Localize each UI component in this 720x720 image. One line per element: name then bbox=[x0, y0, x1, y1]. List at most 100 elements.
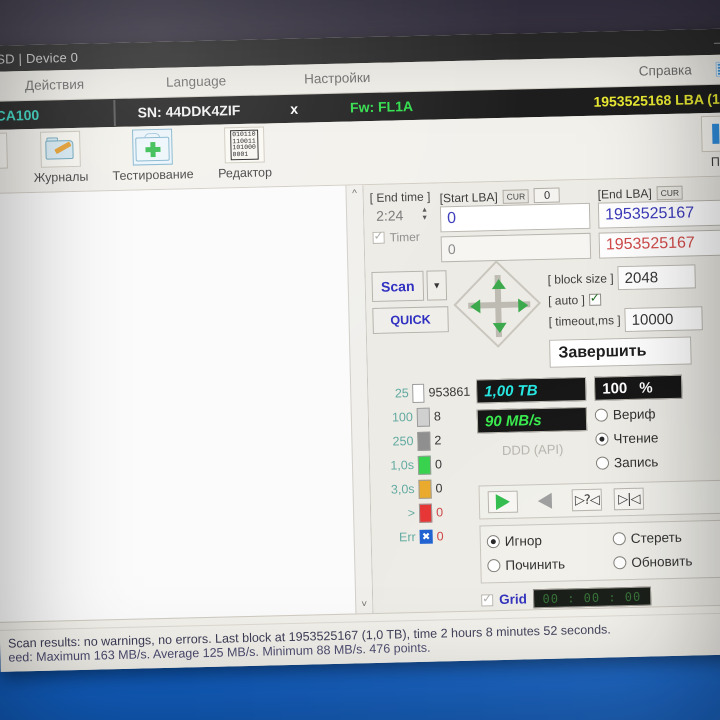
auto-checkbox-icon[interactable] bbox=[588, 293, 601, 306]
percent-readout: 100 % bbox=[593, 374, 683, 401]
legend-threshold: 100 bbox=[391, 410, 414, 425]
scroll-up-arrow[interactable]: ^ bbox=[352, 188, 357, 199]
readout-right: 100 % Вериф Чтение Запись bbox=[593, 374, 685, 475]
end-time-spinner[interactable]: 2:24 ▲ ▼ bbox=[370, 204, 433, 227]
readout-section: 1,00 TB 90 MB/s DDD (API) 100 % Вериф Чт… bbox=[470, 373, 720, 609]
start-lba-input[interactable]: 0 bbox=[439, 202, 591, 233]
end-time-group: [ End time ] 2:24 ▲▼ Timer bbox=[370, 190, 433, 249]
start-lba-group: [Start LBA] CUR 0 0 0 bbox=[440, 186, 592, 263]
rewind-icon bbox=[537, 492, 553, 510]
device-firmware: Fw: FL1A bbox=[349, 97, 414, 116]
main-body: ^ ˅ [ End time ] 2:24 ▲ ▼ ✓ Timer [Start… bbox=[0, 176, 720, 622]
device-model: CA100 bbox=[0, 106, 40, 124]
find-button[interactable]: ▷?◁ bbox=[571, 488, 603, 512]
legend-row: 100 8 bbox=[381, 404, 472, 430]
elapsed-timer-readout: 00 : 00 : 00 bbox=[532, 586, 652, 609]
legend-row: 1,0s 0 bbox=[382, 452, 473, 478]
legend-count: 0 bbox=[436, 529, 444, 544]
toolbar-button-testing[interactable]: Тестирование bbox=[106, 128, 199, 183]
radio-icon[interactable] bbox=[486, 534, 500, 548]
binary-doc-icon: 010110 110011 101000 0001 bbox=[230, 129, 259, 161]
radio-icon[interactable] bbox=[487, 558, 501, 572]
navigation-button-bar: ▷?◁ ▷|◁ bbox=[478, 479, 720, 520]
timer-checkbox-row[interactable]: Timer bbox=[370, 226, 433, 249]
legend-swatch bbox=[418, 479, 432, 499]
legend-threshold: 1,0s bbox=[390, 458, 415, 473]
legend-count: 953861 bbox=[428, 384, 471, 400]
grid-checkbox-icon[interactable] bbox=[481, 593, 494, 606]
start-lba-cur-button[interactable]: CUR bbox=[502, 188, 530, 204]
radio-icon[interactable] bbox=[595, 431, 609, 446]
error-swatch-icon: ✖ bbox=[419, 529, 433, 544]
direction-pad[interactable] bbox=[453, 260, 542, 348]
toolbar-button-editor[interactable]: 010110 110011 101000 0001 Редактор bbox=[198, 126, 291, 181]
mode-option-write[interactable]: Запись bbox=[595, 449, 685, 475]
timer-checkbox-icon[interactable] bbox=[372, 231, 385, 244]
legend-row: 25 953861 bbox=[380, 380, 471, 406]
list-icon[interactable] bbox=[715, 61, 720, 77]
bad-block-option-ignore[interactable]: Игнор bbox=[486, 526, 614, 553]
end-lba-cur-button[interactable]: CUR bbox=[656, 185, 684, 200]
pause-icon bbox=[708, 121, 720, 146]
legend-count: 2 bbox=[434, 433, 442, 448]
timeout-input[interactable]: 10000 bbox=[624, 306, 703, 333]
bad-block-option-erase[interactable]: Стереть bbox=[612, 523, 720, 550]
dpad-up-arrow-icon[interactable] bbox=[491, 278, 506, 290]
bad-block-option-refresh[interactable]: Обновить bbox=[613, 547, 720, 574]
legend-count: 0 bbox=[434, 457, 443, 472]
menu-item-settings[interactable]: Настройки bbox=[294, 70, 381, 87]
toolbar-button-pause[interactable]: Пау bbox=[686, 115, 720, 170]
radio-icon[interactable] bbox=[595, 455, 610, 470]
legend-count: 0 bbox=[435, 505, 444, 520]
jump-end-button[interactable]: ▷|◁ bbox=[613, 487, 645, 511]
toolbar-button-logs[interactable]: Журналы bbox=[14, 130, 107, 185]
bad-block-option-repair[interactable]: Починить bbox=[487, 550, 614, 577]
folder-pencil-icon bbox=[45, 137, 76, 162]
play-button[interactable] bbox=[487, 490, 519, 514]
dpad-right-arrow-icon[interactable] bbox=[518, 298, 529, 313]
legend-threshold: > bbox=[407, 506, 416, 521]
option-label: Игнор bbox=[504, 532, 543, 549]
legend-row: 250 2 bbox=[381, 428, 472, 454]
scan-dropdown-icon[interactable]: ▼ bbox=[426, 270, 448, 301]
mode-label: Запись bbox=[613, 453, 659, 470]
bad-block-options-grid: Игнор Стереть Починить Обновить bbox=[486, 523, 720, 577]
menu-item-help[interactable]: Справка bbox=[629, 62, 702, 79]
device-capacity: 1953525168 LBA (1,0 bbox=[593, 90, 720, 110]
scan-graph-panel[interactable]: ^ ˅ bbox=[0, 185, 374, 622]
test-case-icon bbox=[135, 132, 170, 162]
block-size-input[interactable]: 2048 bbox=[617, 264, 696, 291]
end-lba-input[interactable]: 1953525167 bbox=[597, 199, 720, 229]
quick-button[interactable]: QUICK bbox=[372, 306, 449, 334]
radio-icon[interactable] bbox=[613, 555, 627, 569]
device-close-button[interactable]: x bbox=[290, 101, 298, 117]
toolbar-button-smart[interactable]: .T bbox=[0, 132, 15, 186]
mode-option-read[interactable]: Чтение bbox=[595, 425, 684, 451]
start-lba-zero-button[interactable]: 0 bbox=[533, 187, 561, 204]
stats-section: 25 953861 100 8 250 2 1,0s 0 3,0s 0 > 0 … bbox=[374, 373, 720, 612]
dpad-down-arrow-icon[interactable] bbox=[492, 322, 507, 334]
end-lba-secondary-input[interactable]: 1953525167 bbox=[598, 229, 720, 259]
scroll-down-arrow[interactable]: ˅ bbox=[361, 599, 367, 610]
spinner-arrows-icon[interactable]: ▲ ▼ bbox=[421, 207, 432, 222]
finish-action-select[interactable]: Завершить bbox=[549, 336, 692, 368]
dpad-left-arrow-icon[interactable] bbox=[470, 299, 481, 314]
window-minimize-button[interactable]: — bbox=[714, 34, 720, 50]
option-label: Стереть bbox=[630, 529, 683, 546]
rewind-button[interactable] bbox=[530, 490, 561, 513]
start-lba-secondary-input[interactable]: 0 bbox=[440, 232, 592, 263]
option-label: Обновить bbox=[631, 553, 693, 570]
timeout-row: [ timeout,ms ] 10000 bbox=[548, 306, 703, 334]
menu-item-language[interactable]: Language bbox=[156, 73, 236, 90]
block-settings: [ block size ] 2048 [ auto ] [ timeout,m… bbox=[547, 264, 703, 368]
legend-row: > 0 bbox=[383, 500, 474, 526]
find-icon: ▷?◁ bbox=[574, 492, 599, 508]
auto-row: [ auto ] bbox=[548, 290, 702, 308]
percent-value: 100 bbox=[602, 379, 628, 398]
photo-frame: SD | Device 0 — Действия Language Настро… bbox=[0, 0, 720, 720]
scan-button[interactable]: Scan bbox=[371, 270, 425, 302]
mode-option-verify[interactable]: Вериф bbox=[594, 401, 684, 427]
menu-item-actions[interactable]: Действия bbox=[15, 76, 94, 93]
radio-icon[interactable] bbox=[612, 531, 626, 545]
radio-icon[interactable] bbox=[594, 407, 609, 422]
